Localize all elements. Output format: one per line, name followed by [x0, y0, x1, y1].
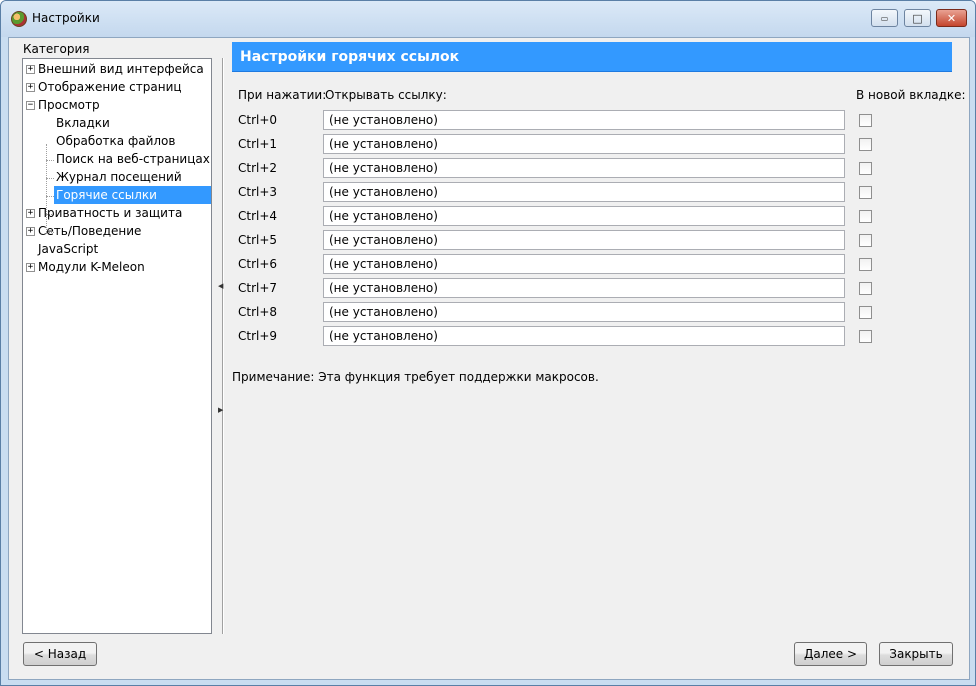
title-bar[interactable]: Настройки ▭ □ ✕: [1, 1, 975, 37]
hotlink-url-input[interactable]: [323, 278, 845, 298]
back-button[interactable]: < Назад: [23, 642, 97, 666]
collapse-icon[interactable]: −: [26, 101, 35, 110]
hotlink-url-input[interactable]: [323, 230, 845, 250]
expand-icon[interactable]: +: [26, 209, 35, 218]
tree-item-javascript[interactable]: JavaScript: [38, 240, 208, 258]
hotkey-label: Ctrl+8: [238, 305, 278, 319]
hotlink-url-input[interactable]: [323, 182, 845, 202]
tree-line: [46, 160, 54, 161]
close-window-button[interactable]: ✕: [936, 9, 967, 27]
macro-note: Примечание: Эта функция требует поддержк…: [232, 370, 599, 384]
k-meleon-app-icon: [11, 11, 27, 27]
minimize-icon: ▭: [880, 13, 889, 23]
splitter-bar: [222, 58, 224, 634]
next-button[interactable]: Далее >: [794, 642, 867, 666]
hotlink-url-input[interactable]: [323, 206, 845, 226]
window-title: Настройки: [32, 11, 100, 25]
new-tab-checkbox[interactable]: [859, 186, 872, 199]
tree-item-tabs[interactable]: Вкладки: [56, 114, 206, 132]
hotkey-label: Ctrl+0: [238, 113, 278, 127]
expand-icon[interactable]: +: [26, 227, 35, 236]
tree-item-label: Сеть/Поведение: [38, 224, 142, 238]
new-tab-checkbox[interactable]: [859, 282, 872, 295]
category-label: Категория: [23, 42, 90, 56]
tree-item-label: Горячие ссылки: [56, 188, 157, 202]
expand-icon[interactable]: +: [26, 263, 35, 272]
close-icon: ✕: [946, 11, 957, 25]
tree-line: [46, 178, 54, 179]
tree-item-privacy[interactable]: + Приватность и защита: [25, 204, 209, 222]
tree-item-page-display[interactable]: + Отображение страниц: [25, 78, 209, 96]
hotkey-label: Ctrl+2: [238, 161, 278, 175]
tree-item-label: Просмотр: [38, 98, 100, 112]
new-tab-checkbox[interactable]: [859, 306, 872, 319]
hotkey-label: Ctrl+4: [238, 209, 278, 223]
new-tab-checkbox[interactable]: [859, 330, 872, 343]
tree-item-label: Вкладки: [56, 116, 110, 130]
hotkey-label: Ctrl+9: [238, 329, 278, 343]
tree-item-label: Приватность и защита: [38, 206, 183, 220]
splitter-right-arrow-icon[interactable]: ▶: [218, 406, 223, 414]
hotlink-url-input[interactable]: [323, 158, 845, 178]
column-header-new-tab: В новой вкладке:: [856, 88, 966, 102]
tree-line: [46, 196, 54, 197]
hotkey-label: Ctrl+7: [238, 281, 278, 295]
maximize-icon: □: [912, 11, 923, 25]
new-tab-checkbox[interactable]: [859, 138, 872, 151]
tree-item-hotlinks[interactable]: Горячие ссылки: [54, 186, 211, 204]
tree-item-label: JavaScript: [38, 242, 99, 256]
hotlink-url-input[interactable]: [323, 326, 845, 346]
tree-item-find-in-page[interactable]: Поиск на веб-страницах: [56, 150, 210, 168]
tree-item-label: Отображение страниц: [38, 80, 182, 94]
tree-item-appearance[interactable]: + Внешний вид интерфейса: [25, 60, 209, 78]
tree-item-label: Внешний вид интерфейса: [38, 62, 204, 76]
expand-icon[interactable]: +: [26, 83, 35, 92]
new-tab-checkbox[interactable]: [859, 162, 872, 175]
minimize-button[interactable]: ▭: [871, 9, 898, 27]
tree-item-label: Журнал посещений: [56, 170, 182, 184]
settings-window: Настройки ▭ □ ✕ Категория + Внешний вид …: [0, 0, 976, 686]
pane-splitter[interactable]: ◀ ▶: [217, 58, 224, 634]
tree-item-modules[interactable]: + Модули K-Meleon: [25, 258, 209, 276]
hotlink-url-input[interactable]: [323, 134, 845, 154]
tree-item-network[interactable]: + Сеть/Поведение: [25, 222, 209, 240]
tree-item-history[interactable]: Журнал посещений: [56, 168, 206, 186]
tree-item-label: Поиск на веб-страницах: [56, 152, 210, 166]
close-button[interactable]: Закрыть: [879, 642, 953, 666]
hotlink-url-input[interactable]: [323, 302, 845, 322]
hotkey-label: Ctrl+3: [238, 185, 278, 199]
hotkey-label: Ctrl+1: [238, 137, 278, 151]
dialog-client-area: Категория + Внешний вид интерфейса + Ото…: [8, 37, 970, 680]
tree-item-label: Модули K-Meleon: [38, 260, 145, 274]
tree-item-file-handling[interactable]: Обработка файлов: [56, 132, 206, 150]
column-header-open-link: Открывать ссылку:: [325, 88, 447, 102]
expand-icon[interactable]: +: [26, 65, 35, 74]
tree-item-browsing[interactable]: − Просмотр: [25, 96, 209, 114]
new-tab-checkbox[interactable]: [859, 114, 872, 127]
hotkey-label: Ctrl+5: [238, 233, 278, 247]
hotlink-url-input[interactable]: [323, 254, 845, 274]
category-tree[interactable]: + Внешний вид интерфейса + Отображение с…: [22, 58, 212, 634]
splitter-left-arrow-icon[interactable]: ◀: [218, 282, 223, 290]
hotlink-url-input[interactable]: [323, 110, 845, 130]
panel-title: Настройки горячих ссылок: [232, 42, 952, 72]
tree-item-label: Обработка файлов: [56, 134, 176, 148]
new-tab-checkbox[interactable]: [859, 234, 872, 247]
hotkey-label: Ctrl+6: [238, 257, 278, 271]
column-header-press: При нажатии:: [238, 88, 327, 102]
new-tab-checkbox[interactable]: [859, 258, 872, 271]
maximize-button[interactable]: □: [904, 9, 931, 27]
new-tab-checkbox[interactable]: [859, 210, 872, 223]
